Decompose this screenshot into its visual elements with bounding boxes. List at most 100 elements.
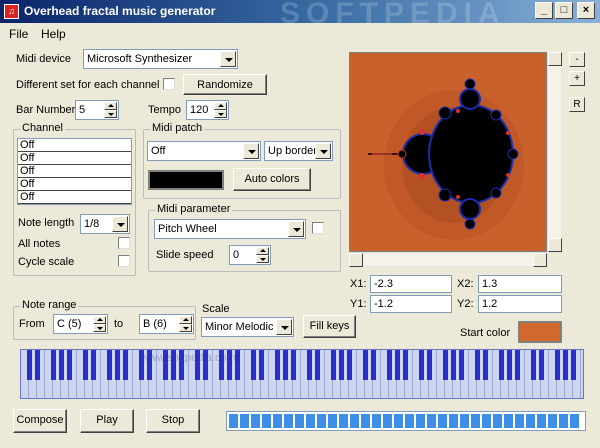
piano-black-key[interactable] [403, 350, 408, 380]
piano-black-key[interactable] [499, 350, 504, 380]
spin-up-icon[interactable] [104, 102, 117, 110]
scroll-left-icon[interactable] [349, 253, 363, 267]
piano-black-key[interactable] [59, 350, 64, 380]
piano-black-key[interactable] [507, 350, 512, 380]
piano-black-key[interactable] [483, 350, 488, 380]
piano-black-key[interactable] [427, 350, 432, 380]
midi-device-select[interactable]: Microsoft Synthesizer [83, 49, 238, 69]
zoom-in-button[interactable]: + [569, 71, 585, 86]
piano-black-key[interactable] [35, 350, 40, 380]
chevron-down-icon[interactable] [288, 221, 304, 237]
piano-black-key[interactable] [195, 350, 200, 380]
spin-down-icon[interactable] [179, 324, 192, 332]
piano-black-key[interactable] [331, 350, 336, 380]
scroll-right-icon[interactable] [533, 253, 547, 267]
piano-black-key[interactable] [259, 350, 264, 380]
midi-parameter-select[interactable]: Pitch Wheel [154, 219, 306, 239]
maximize-button[interactable]: □ [555, 2, 573, 19]
channel-list[interactable]: Off Off Off Off Off [17, 138, 132, 205]
reset-button[interactable]: R [569, 97, 585, 112]
fractal-vertical-scrollbar[interactable] [547, 52, 562, 252]
note-length-select[interactable]: 1/8 [80, 214, 130, 234]
spin-down-icon[interactable] [256, 255, 269, 263]
piano-black-key[interactable] [171, 350, 176, 380]
scroll-down-icon[interactable] [548, 238, 562, 252]
piano-keyboard[interactable]: www.softpedia.com [20, 349, 584, 399]
chevron-down-icon[interactable] [315, 143, 331, 159]
compose-button[interactable]: Compose [13, 409, 67, 433]
chevron-down-icon[interactable] [112, 216, 128, 232]
play-button[interactable]: Play [80, 409, 134, 433]
x2-field[interactable]: 1.3 [478, 275, 562, 293]
piano-black-key[interactable] [275, 350, 280, 380]
channel-row[interactable]: Off [18, 191, 131, 204]
chevron-down-icon[interactable] [220, 51, 236, 67]
channel-row[interactable]: Off [18, 178, 131, 191]
piano-black-key[interactable] [555, 350, 560, 380]
piano-black-key[interactable] [219, 350, 224, 380]
menu-help[interactable]: Help [41, 27, 66, 41]
channel-row[interactable]: Off [18, 139, 131, 152]
piano-black-key[interactable] [419, 350, 424, 380]
piano-black-key[interactable] [395, 350, 400, 380]
chevron-down-icon[interactable] [276, 319, 292, 335]
piano-black-key[interactable] [363, 350, 368, 380]
all-notes-checkbox[interactable] [118, 237, 130, 249]
y1-field[interactable]: -1.2 [370, 295, 452, 313]
spin-up-icon[interactable] [214, 102, 227, 110]
piano-black-key[interactable] [459, 350, 464, 380]
piano-black-key[interactable] [387, 350, 392, 380]
piano-black-key[interactable] [283, 350, 288, 380]
midi-patch-select[interactable]: Off [147, 141, 261, 161]
auto-colors-button[interactable]: Auto colors [233, 168, 311, 191]
spin-down-icon[interactable] [214, 110, 227, 118]
piano-black-key[interactable] [107, 350, 112, 380]
piano-black-key[interactable] [179, 350, 184, 380]
piano-black-key[interactable] [443, 350, 448, 380]
piano-black-key[interactable] [563, 350, 568, 380]
chevron-down-icon[interactable] [243, 143, 259, 159]
piano-black-key[interactable] [291, 350, 296, 380]
spin-up-icon[interactable] [179, 316, 192, 324]
start-color-swatch[interactable] [518, 321, 562, 343]
slide-speed-spinner[interactable]: 0 [229, 245, 271, 265]
piano-black-key[interactable] [203, 350, 208, 380]
channel-row[interactable]: Off [18, 165, 131, 178]
piano-black-key[interactable] [347, 350, 352, 380]
piano-black-key[interactable] [475, 350, 480, 380]
piano-black-key[interactable] [251, 350, 256, 380]
piano-black-key[interactable] [235, 350, 240, 380]
piano-black-key[interactable] [67, 350, 72, 380]
y2-field[interactable]: 1.2 [478, 295, 562, 313]
piano-black-key[interactable] [91, 350, 96, 380]
patch-color-swatch[interactable] [148, 170, 224, 190]
cycle-scale-checkbox[interactable] [118, 255, 130, 267]
piano-black-key[interactable] [147, 350, 152, 380]
piano-black-key[interactable] [227, 350, 232, 380]
piano-black-key[interactable] [339, 350, 344, 380]
piano-black-key[interactable] [123, 350, 128, 380]
piano-black-key[interactable] [315, 350, 320, 380]
scale-select[interactable]: Minor Melodic [201, 317, 294, 337]
piano-black-key[interactable] [371, 350, 376, 380]
scroll-up-icon[interactable] [548, 52, 562, 66]
piano-black-key[interactable] [27, 350, 32, 380]
piano-black-key[interactable] [571, 350, 576, 380]
tempo-spinner[interactable]: 120 [186, 100, 229, 120]
piano-black-key[interactable] [163, 350, 168, 380]
piano-black-key[interactable] [539, 350, 544, 380]
spin-down-icon[interactable] [104, 110, 117, 118]
piano-black-key[interactable] [531, 350, 536, 380]
spin-down-icon[interactable] [93, 324, 106, 332]
midi-parameter-checkbox[interactable] [312, 222, 324, 234]
from-note-spinner[interactable]: C (5) [53, 314, 108, 334]
piano-black-key[interactable] [515, 350, 520, 380]
spin-up-icon[interactable] [256, 247, 269, 255]
diff-channel-checkbox[interactable] [163, 78, 175, 90]
piano-black-key[interactable] [83, 350, 88, 380]
channel-row[interactable]: Off [18, 152, 131, 165]
spin-up-icon[interactable] [93, 316, 106, 324]
fractal-horizontal-scrollbar[interactable] [349, 252, 547, 267]
randomize-button[interactable]: Randomize [183, 74, 267, 95]
stop-button[interactable]: Stop [146, 409, 200, 433]
